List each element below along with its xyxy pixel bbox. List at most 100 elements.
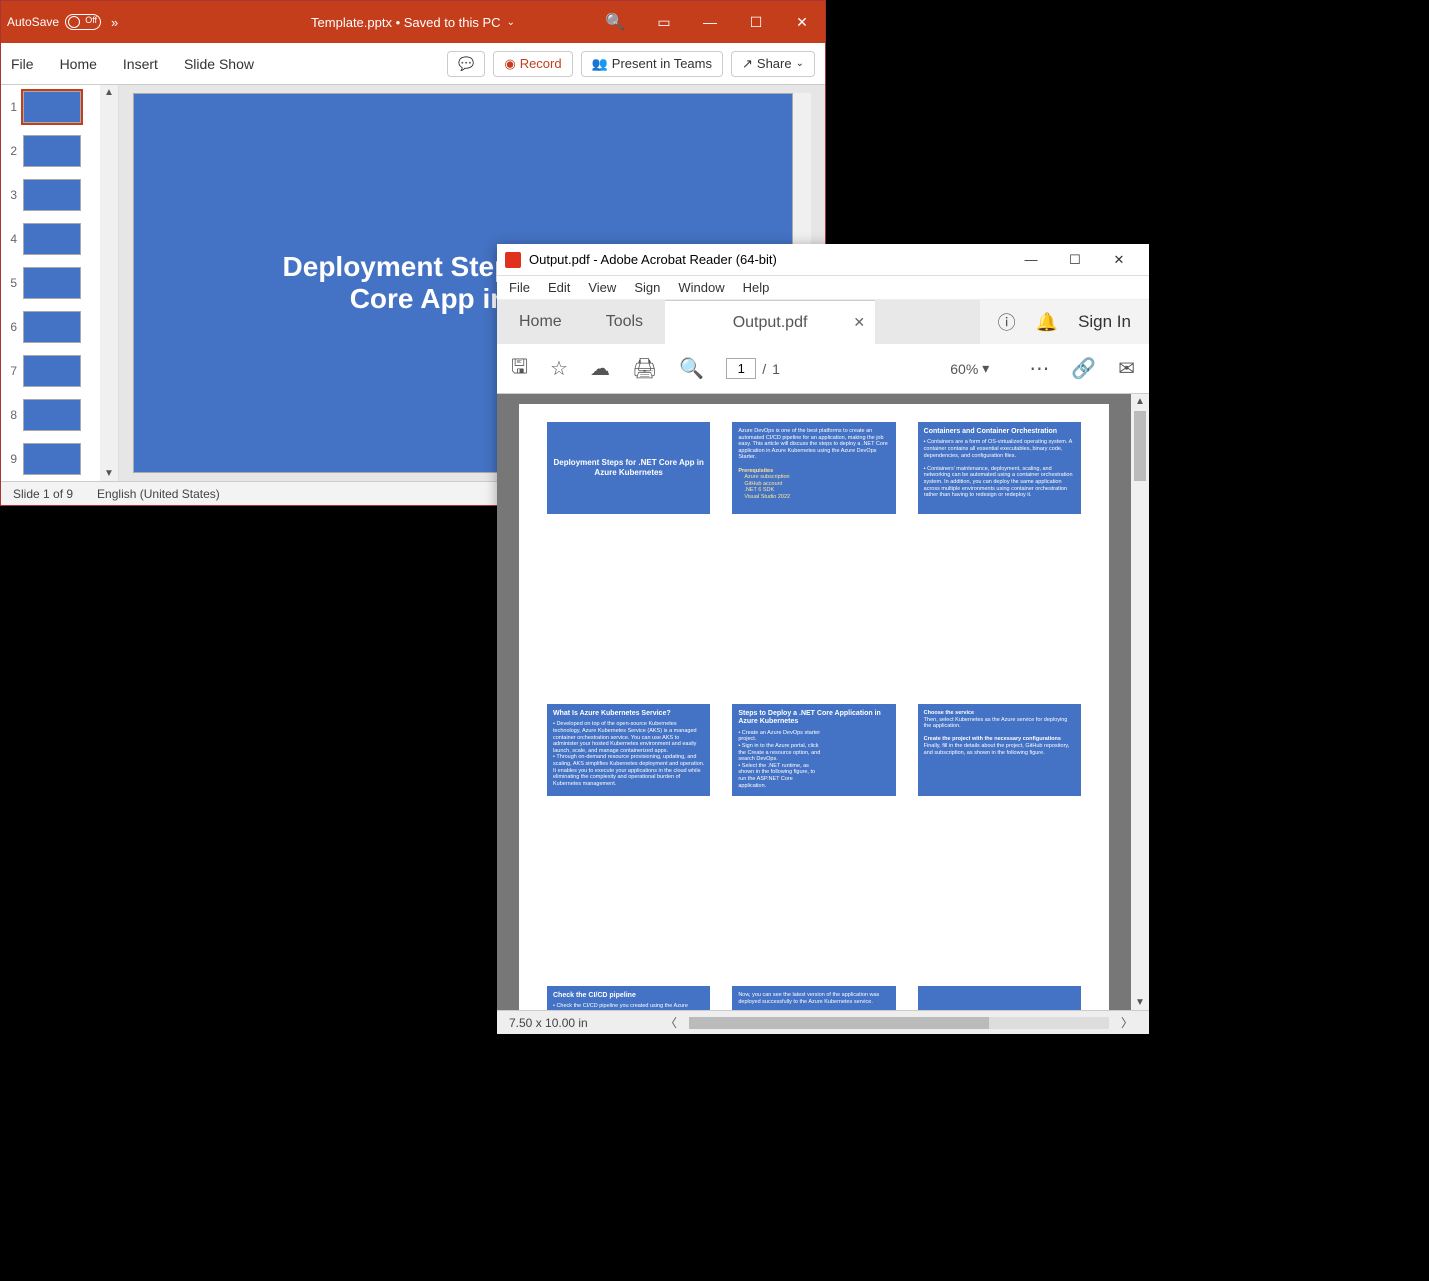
zoom-control[interactable]: 60% ▾ [950,360,989,377]
thumb-preview [23,179,81,211]
help-icon[interactable]: ⓘ [998,309,1016,335]
ppt-ribbon: File Home Insert Slide Show 💬 ◉Record 👥P… [1,43,825,85]
slide-thumbnail[interactable]: 1 [1,85,100,129]
cloud-upload-icon[interactable]: ☁ [590,356,610,381]
thumb-number: 9 [5,452,17,466]
tab-insert[interactable]: Insert [123,56,158,72]
acro-status-bar: 7.50 x 10.00 in 〈 〉 [497,1010,1149,1034]
thumb-number: 2 [5,144,17,158]
chevron-down-icon[interactable]: ▾ [982,360,989,377]
comments-button[interactable]: 💬 [447,51,485,77]
menu-help[interactable]: Help [743,280,770,295]
tab-close-icon[interactable]: ✕ [853,314,865,331]
maximize-button[interactable]: ☐ [733,1,779,43]
scroll-thumb[interactable] [1134,411,1146,481]
thumb-number: 1 [5,100,17,114]
maximize-button[interactable]: ☐ [1053,244,1097,276]
scroll-right-icon[interactable]: 〉 [1117,1014,1137,1031]
thumbnail-scrollbar[interactable]: ▲ ▼ [100,85,118,481]
record-icon: ◉ [504,56,515,72]
tab-slideshow[interactable]: Slide Show [184,56,254,72]
bell-icon[interactable]: 🔔 [1036,312,1058,333]
menu-file[interactable]: File [509,280,530,295]
mail-icon[interactable]: ✉ [1118,356,1135,381]
thumb-preview [23,399,81,431]
toggle-switch-icon[interactable]: Off [65,14,101,30]
menu-sign[interactable]: Sign [634,280,660,295]
slide-counter[interactable]: Slide 1 of 9 [13,487,73,501]
search-icon[interactable]: 🔍 [605,12,625,32]
pdf-slide-2: Azure DevOps is one of the best platform… [732,422,895,514]
pdf-slide-9: Thank You [918,986,1081,1010]
thumb-preview [23,91,81,123]
sign-in-button[interactable]: Sign In [1078,312,1131,332]
thumb-preview [23,135,81,167]
link-icon[interactable]: 🔗 [1071,356,1096,381]
page-current-input[interactable] [726,358,756,379]
pdf-slide-6: Choose the service Then, select Kubernet… [918,704,1081,796]
thumb-number: 8 [5,408,17,422]
acro-menu-bar: File Edit View Sign Window Help [497,276,1149,300]
record-button[interactable]: ◉Record [493,51,572,77]
star-icon[interactable]: ☆ [550,356,568,381]
minimize-button[interactable]: — [1009,244,1053,276]
page-dimensions: 7.50 x 10.00 in [509,1016,588,1030]
menu-view[interactable]: View [588,280,616,295]
tab-document[interactable]: Output.pdf ✕ [665,300,875,344]
zoom-value: 60% [950,361,978,377]
slide-thumbnail[interactable]: 8 [1,393,100,437]
tab-home[interactable]: Home [497,300,584,344]
scroll-up-icon[interactable]: ▲ [1133,394,1147,409]
page-separator: / [762,361,766,377]
share-button[interactable]: ↗Share⌄ [731,51,815,77]
acro-toolbar: 🖫 ☆ ☁ 🖨 🔍 / 1 60% ▾ ⋯ 🔗 ✉ [497,344,1149,394]
slide-thumbnail[interactable]: 7 [1,349,100,393]
pdf-slide-5: Steps to Deploy a .NET Core Application … [732,704,895,796]
thumb-number: 7 [5,364,17,378]
tab-home[interactable]: Home [60,56,97,72]
autosave-toggle[interactable]: AutoSave Off [7,14,101,30]
pdf-horizontal-scrollbar[interactable]: 〈 〉 [661,1014,1137,1031]
language-status[interactable]: English (United States) [97,487,220,501]
menu-window[interactable]: Window [678,280,724,295]
scroll-left-icon[interactable]: 〈 [661,1014,681,1031]
close-button[interactable]: ✕ [1097,244,1141,276]
print-icon[interactable]: 🖨 [632,356,657,381]
pdf-slide-1: Deployment Steps for .NET Core App in Az… [547,422,710,514]
more-icon[interactable]: ⋯ [1029,356,1049,381]
slide-thumbnail[interactable]: 9 [1,437,100,481]
zoom-out-icon[interactable]: 🔍 [679,356,704,381]
ribbon-display-icon[interactable]: ▭ [641,1,687,43]
slide-thumbnail[interactable]: 2 [1,129,100,173]
chevron-down-icon[interactable]: ⌄ [796,58,804,69]
thumb-preview [23,443,81,475]
scroll-down-icon[interactable]: ▼ [1133,995,1147,1010]
page-navigator: / 1 [726,358,780,379]
thumb-preview [23,223,81,255]
tab-file[interactable]: File [11,56,34,72]
slide-thumbnail[interactable]: 4 [1,217,100,261]
acro-title-bar: Output.pdf - Adobe Acrobat Reader (64-bi… [497,244,1149,276]
pdf-vertical-scrollbar[interactable]: ▲ ▼ [1131,394,1149,1010]
menu-edit[interactable]: Edit [548,280,570,295]
close-button[interactable]: ✕ [779,1,825,43]
page-total: 1 [772,361,780,377]
acro-tab-strip: Home Tools Output.pdf ✕ ⓘ 🔔 Sign In [497,300,1149,344]
tab-tools[interactable]: Tools [584,300,665,344]
scroll-down-icon[interactable]: ▼ [102,466,116,481]
save-icon[interactable]: 🖫 [511,352,528,386]
ribbon-overflow-icon[interactable]: » [111,15,118,30]
pdf-viewport[interactable]: Deployment Steps for .NET Core App in Az… [497,394,1131,1010]
present-teams-button[interactable]: 👥Present in Teams [581,51,723,77]
teams-icon: 👥 [592,56,608,72]
chevron-down-icon[interactable]: ⌄ [507,17,515,28]
thumb-number: 6 [5,320,17,334]
acrobat-window: Output.pdf - Adobe Acrobat Reader (64-bi… [497,244,1149,1034]
thumb-number: 5 [5,276,17,290]
slide-thumbnail[interactable]: 5 [1,261,100,305]
slide-thumbnail[interactable]: 3 [1,173,100,217]
minimize-button[interactable]: — [687,1,733,43]
slide-thumbnail[interactable]: 6 [1,305,100,349]
scroll-thumb[interactable] [689,1017,989,1029]
scroll-up-icon[interactable]: ▲ [102,85,116,100]
